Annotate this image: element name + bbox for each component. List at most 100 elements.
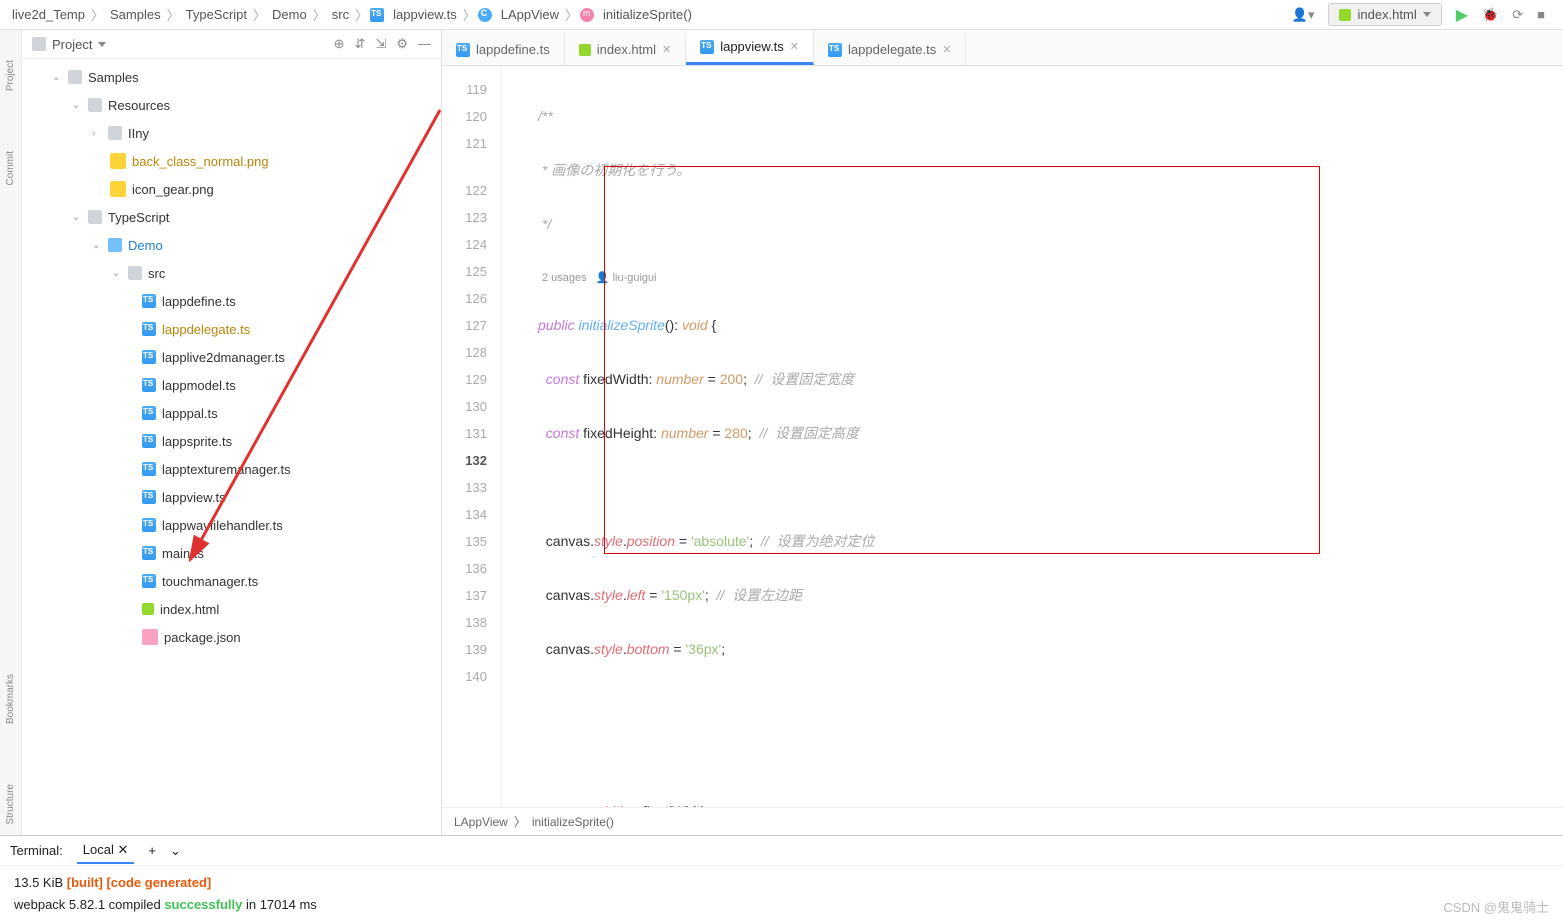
tree-file[interactable]: lappdefine.ts — [22, 287, 441, 315]
tab-lappdefine[interactable]: lappdefine.ts — [442, 34, 565, 65]
debug-button[interactable]: 🐞 — [1482, 7, 1498, 23]
close-icon[interactable]: ✕ — [662, 43, 671, 56]
tree-png1[interactable]: back_class_normal.png — [22, 147, 441, 175]
left-tool-stripe: Project Commit Bookmarks Structure — [0, 30, 22, 835]
tree-file[interactable]: lapppal.ts — [22, 399, 441, 427]
close-icon[interactable]: ✕ — [790, 40, 799, 53]
project-panel: Project ⊕ ⇵ ⇲ ⚙ — ⌄Samples ⌄Resources ›I… — [22, 30, 442, 835]
panel-title[interactable]: Project — [32, 37, 106, 52]
tree-file[interactable]: lappdelegate.ts — [22, 315, 441, 343]
line-gutter: 119120121 122123124125126127128129130131… — [442, 66, 502, 807]
user-icon[interactable]: 👤▾ — [1292, 7, 1315, 23]
crumb-5[interactable]: lappview.ts — [389, 5, 461, 24]
tree-file[interactable]: touchmanager.ts — [22, 567, 441, 595]
tree-file[interactable]: main.ts — [22, 539, 441, 567]
hide-icon[interactable]: — — [418, 36, 431, 52]
editor-area: lappdefine.ts index.html✕ lappview.ts✕ l… — [442, 30, 1563, 835]
tree-indexhtml[interactable]: index.html — [22, 595, 441, 623]
bookmarks-tool-tab[interactable]: Bookmarks — [3, 664, 18, 734]
tree-file[interactable]: lappview.ts — [22, 483, 441, 511]
tree-png2[interactable]: icon_gear.png — [22, 175, 441, 203]
ts-icon — [142, 406, 156, 420]
tree-typescript[interactable]: ⌄TypeScript — [22, 203, 441, 231]
terminal-output[interactable]: 13.5 KiB [built] [code generated] webpac… — [0, 866, 1563, 922]
ts-icon — [142, 574, 156, 588]
ts-icon — [142, 462, 156, 476]
ts-icon — [142, 378, 156, 392]
folder-icon — [88, 210, 102, 224]
crumb-1[interactable]: Samples — [106, 5, 165, 24]
breadcrumb-bar: live2d_Temp〉 Samples〉 TypeScript〉 Demo〉 … — [0, 0, 1563, 30]
tree-ilny[interactable]: ›IIny — [22, 119, 441, 147]
run-config-dropdown[interactable]: index.html — [1328, 3, 1441, 26]
code-area[interactable]: /** * 画像の初期化を行う。 */ 2 usages 👤 liu-guigu… — [526, 66, 1563, 807]
ts-icon — [142, 294, 156, 308]
tree-file[interactable]: lappmodel.ts — [22, 371, 441, 399]
tab-lappdelegate[interactable]: lappdelegate.ts✕ — [814, 34, 966, 65]
html-icon — [579, 44, 591, 56]
terminal-label: Terminal: — [10, 843, 63, 858]
expand-icon[interactable]: ⇵ — [355, 36, 366, 52]
ts-icon — [700, 40, 714, 54]
tree-resources[interactable]: ⌄Resources — [22, 91, 441, 119]
crumb-7[interactable]: initializeSprite() — [599, 5, 696, 24]
collapse-icon[interactable]: ⇲ — [375, 36, 386, 52]
editor-breadcrumb: LAppView〉initializeSprite() — [442, 807, 1563, 835]
image-icon — [110, 181, 126, 197]
folder-icon — [128, 266, 142, 280]
ts-icon — [142, 350, 156, 364]
terminal-dropdown[interactable]: ⌄ — [170, 843, 181, 859]
coverage-button[interactable]: ⟳ — [1512, 7, 1523, 23]
run-config-label: index.html — [1357, 7, 1416, 22]
editor-tabs: lappdefine.ts index.html✕ lappview.ts✕ l… — [442, 30, 1563, 66]
crumb-2[interactable]: TypeScript — [182, 5, 251, 24]
watermark: CSDN @鬼鬼骑士 — [1443, 897, 1549, 916]
breadcrumb: live2d_Temp〉 Samples〉 TypeScript〉 Demo〉 … — [8, 5, 696, 24]
tree-pkg[interactable]: package.json — [22, 623, 441, 651]
locate-icon[interactable]: ⊕ — [334, 36, 345, 52]
stop-button[interactable]: ■ — [1537, 7, 1545, 22]
terminal-tab-local[interactable]: Local ✕ — [77, 838, 135, 864]
tree-demo[interactable]: ⌄Demo — [22, 231, 441, 259]
tab-lappview[interactable]: lappview.ts✕ — [686, 31, 814, 65]
method-icon — [580, 8, 594, 22]
structure-tool-tab[interactable]: Structure — [3, 774, 18, 835]
crumb-6[interactable]: LAppView — [497, 5, 563, 24]
tree-file[interactable]: lappsprite.ts — [22, 427, 441, 455]
chevron-down-icon — [98, 42, 106, 47]
html-icon — [142, 603, 154, 615]
terminal-add[interactable]: + — [148, 843, 156, 858]
commit-tool-tab[interactable]: Commit — [3, 141, 18, 195]
tree-samples[interactable]: ⌄Samples — [22, 63, 441, 91]
ts-icon — [828, 43, 842, 57]
folder-icon — [108, 238, 122, 252]
crumb-4[interactable]: src — [328, 5, 353, 24]
ts-icon — [142, 546, 156, 560]
ts-icon — [142, 322, 156, 336]
toolbar-right: 👤▾ index.html ▶ 🐞 ⟳ ■ — [1292, 3, 1555, 26]
project-tree[interactable]: ⌄Samples ⌄Resources ›IIny back_class_nor… — [22, 59, 441, 835]
html-icon — [1339, 9, 1351, 21]
folder-icon — [108, 126, 122, 140]
tree-file[interactable]: lapptexturemanager.ts — [22, 455, 441, 483]
image-icon — [110, 153, 126, 169]
folder-icon — [32, 37, 46, 51]
tree-file[interactable]: lapplive2dmanager.ts — [22, 343, 441, 371]
editor-body[interactable]: 119120121 122123124125126127128129130131… — [442, 66, 1563, 807]
ts-icon — [142, 434, 156, 448]
crumb-3[interactable]: Demo — [268, 5, 311, 24]
close-icon[interactable]: ✕ — [942, 43, 951, 56]
settings-icon[interactable]: ⚙ — [396, 36, 408, 52]
tab-index[interactable]: index.html✕ — [565, 34, 686, 65]
tree-file[interactable]: lappwavfilehandler.ts — [22, 511, 441, 539]
ts-icon — [142, 490, 156, 504]
class-icon — [478, 8, 492, 22]
run-button[interactable]: ▶ — [1456, 5, 1468, 25]
crumb-root[interactable]: live2d_Temp — [8, 5, 89, 24]
tree-src[interactable]: ⌄src — [22, 259, 441, 287]
ts-icon — [142, 518, 156, 532]
ts-icon — [370, 8, 384, 22]
folder-icon — [68, 70, 82, 84]
json-icon — [142, 629, 158, 645]
project-tool-tab[interactable]: Project — [3, 50, 18, 101]
